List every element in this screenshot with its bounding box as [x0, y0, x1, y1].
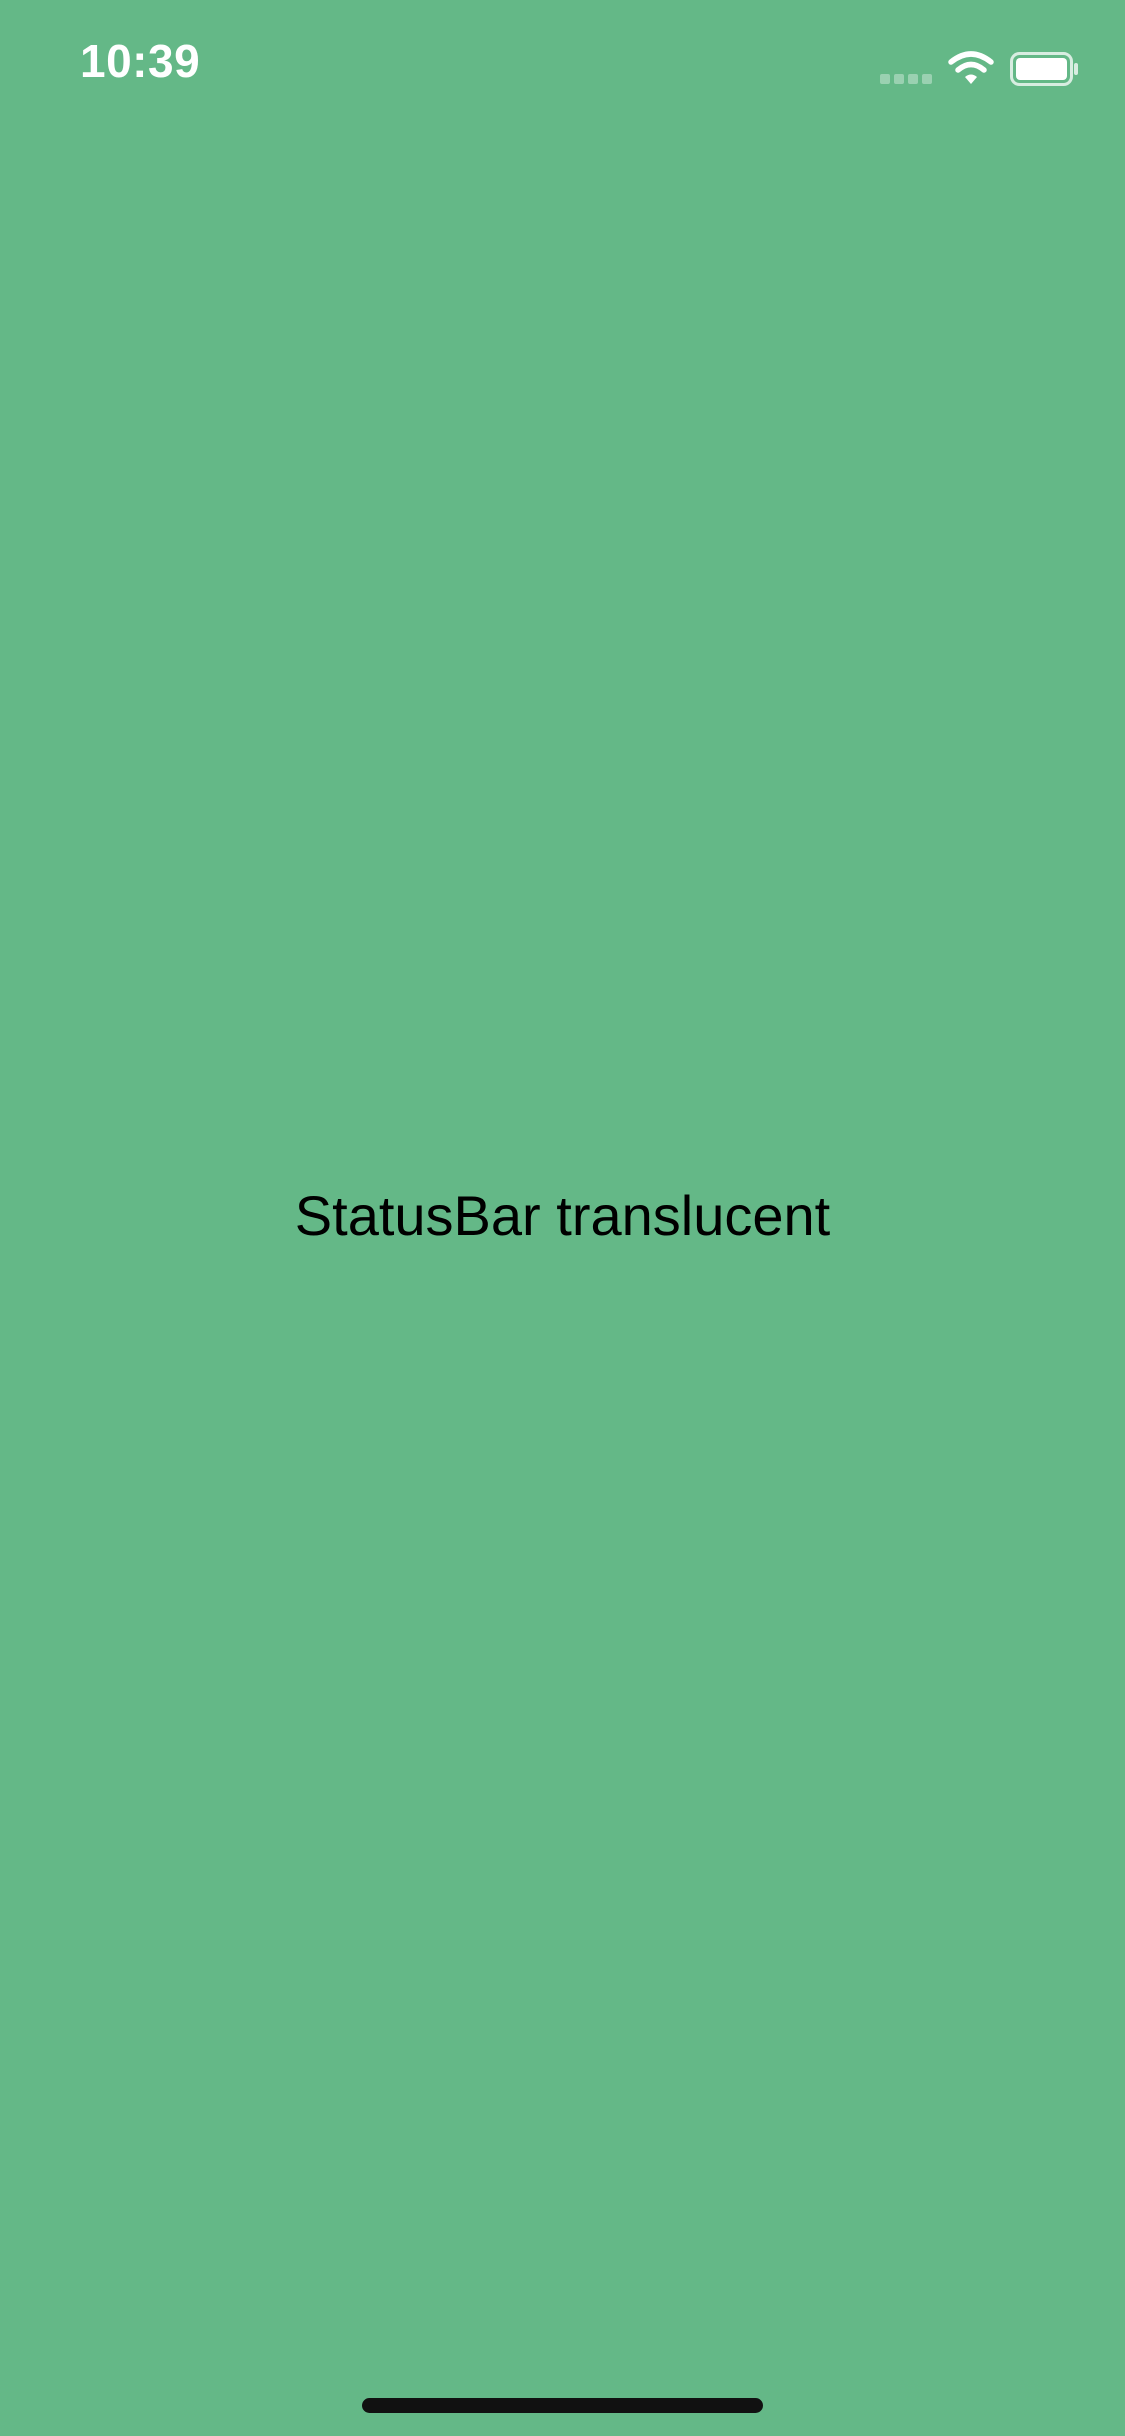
wifi-icon	[948, 51, 994, 84]
battery-icon	[1010, 52, 1078, 86]
cellular-signal-icon	[880, 74, 934, 84]
app-screen: 10:39 StatusBar translucent	[0, 0, 1125, 2436]
home-indicator[interactable]	[362, 2398, 763, 2413]
status-time: 10:39	[80, 35, 201, 87]
status-bar: 10:39	[0, 0, 1125, 132]
center-label: StatusBar translucent	[294, 1184, 831, 1247]
